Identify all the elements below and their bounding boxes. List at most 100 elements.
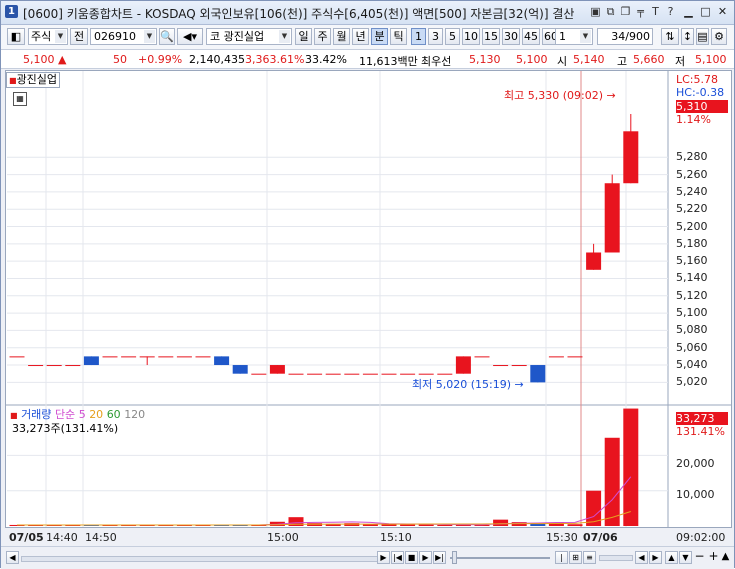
interval-button-45[interactable]: 45 bbox=[522, 28, 540, 45]
close-icon[interactable]: ✕ bbox=[715, 5, 730, 19]
zoom-track[interactable] bbox=[599, 555, 633, 561]
x-label-1450: 14:50 bbox=[85, 531, 117, 544]
lc-label: LC:5.78 bbox=[676, 73, 719, 86]
tag-marker-icon: ■ bbox=[9, 76, 17, 85]
stop-icon[interactable]: ■ bbox=[405, 551, 418, 564]
triangle-icon[interactable]: ▲ bbox=[719, 551, 732, 564]
y-tick-3: 5,220 bbox=[676, 202, 708, 216]
open-price: 5,140 bbox=[573, 53, 605, 66]
last-icon[interactable]: ▶| bbox=[433, 551, 446, 564]
count-input[interactable]: 34/900 bbox=[597, 28, 653, 45]
open-label: 시 bbox=[557, 55, 568, 68]
scrollbar-track[interactable] bbox=[21, 556, 378, 562]
current-price: 5,100 ▲ bbox=[23, 53, 67, 66]
x-label-1510: 15:10 bbox=[380, 531, 412, 544]
window-title: [0600] 키움종합차트 - KOSDAQ 외국인보유[106(천)] 주식수… bbox=[23, 7, 575, 21]
y-tick-13: 5,020 bbox=[676, 375, 708, 389]
volume-tick-20000: 20,000 bbox=[676, 457, 715, 470]
minus-icon[interactable]: − bbox=[693, 550, 706, 564]
hc-label: HC:-0.38 bbox=[676, 86, 725, 99]
minimize-icon[interactable]: ▁ bbox=[681, 5, 696, 19]
copy-icon[interactable]: ❐ bbox=[619, 5, 632, 18]
count-total: /900 bbox=[625, 30, 650, 43]
period-button-5[interactable]: 틱 bbox=[390, 28, 407, 45]
chevron-down-icon[interactable]: ▼ bbox=[144, 30, 155, 43]
volume: 2,140,435 bbox=[189, 53, 245, 66]
indicator-icon[interactable]: ⇅ bbox=[661, 28, 679, 45]
zoom-out-icon[interactable]: ◀ bbox=[635, 551, 648, 564]
price-change: 50 bbox=[113, 53, 127, 66]
code-prefix-button[interactable]: 전 bbox=[70, 28, 88, 45]
first-icon[interactable]: |◀ bbox=[391, 551, 404, 564]
volume-tick-10000: 10,000 bbox=[676, 488, 715, 501]
y-tick-10: 5,080 bbox=[676, 323, 708, 337]
gear-icon[interactable]: ⚙ bbox=[711, 28, 727, 45]
pin-icon[interactable]: ╤ bbox=[634, 5, 647, 18]
interval-button-30[interactable]: 30 bbox=[502, 28, 520, 45]
period-button-0[interactable]: 일 bbox=[295, 28, 312, 45]
zoom-fit-icon[interactable]: ⊞ bbox=[569, 551, 582, 564]
font-icon[interactable]: T bbox=[649, 5, 662, 18]
y-tick-7: 5,140 bbox=[676, 271, 708, 285]
search-icon[interactable]: 🔍 bbox=[159, 28, 175, 45]
x-label-1440: 14:40 bbox=[46, 531, 78, 544]
code-input[interactable]: 026910 ▼ bbox=[90, 28, 157, 45]
chevron-down-icon[interactable]: ▼ bbox=[55, 30, 66, 43]
ma120-label: 120 bbox=[124, 408, 146, 421]
calendar-icon[interactable]: ▦ bbox=[13, 92, 27, 106]
interval-button-15[interactable]: 15 bbox=[482, 28, 500, 45]
up-arrow-icon: ▲ bbox=[58, 53, 67, 66]
high-price: 5,660 bbox=[633, 53, 665, 66]
play-icon[interactable]: ▶ bbox=[419, 551, 432, 564]
code-value: 026910 bbox=[94, 30, 136, 43]
y-tick-2: 5,240 bbox=[676, 184, 708, 198]
low-label: 저 bbox=[675, 55, 686, 68]
y-tick-4: 5,200 bbox=[676, 219, 708, 233]
maximize-icon[interactable]: □ bbox=[698, 5, 713, 19]
speed-slider[interactable] bbox=[450, 557, 550, 559]
stock-name-field[interactable]: 코 광진실업 ▼ bbox=[206, 28, 292, 45]
volume-ratio: 3,363.61% bbox=[245, 53, 305, 66]
chevron-down-icon[interactable]: ▼ bbox=[580, 30, 591, 43]
y-tick-6: 5,160 bbox=[676, 254, 708, 268]
chart-window: 1 [0600] 키움종합차트 - KOSDAQ 외국인보유[106(천)] 주… bbox=[0, 0, 735, 569]
period-button-1[interactable]: 주 bbox=[314, 28, 331, 45]
link-icon[interactable]: ⧉ bbox=[604, 5, 617, 18]
period-button-4[interactable]: 분 bbox=[371, 28, 388, 45]
interval-button-1[interactable]: 1 bbox=[411, 28, 426, 45]
multiplier-input[interactable]: 1 ▼ bbox=[555, 28, 593, 45]
chevron-down-icon[interactable]: ▼ bbox=[679, 551, 692, 564]
type-select[interactable]: 주식 ▼ bbox=[28, 28, 68, 45]
save-icon[interactable]: ▤ bbox=[696, 28, 709, 45]
panel-toggle-icon[interactable]: ◧ bbox=[7, 28, 25, 45]
best-ask: 5,130 bbox=[469, 53, 501, 66]
compare-icon[interactable]: ↕ bbox=[681, 28, 694, 45]
turnover: 33.42% bbox=[305, 53, 347, 66]
chevron-down-icon[interactable]: ▼ bbox=[279, 30, 290, 43]
chart-area[interactable] bbox=[5, 70, 732, 528]
interval-button-5[interactable]: 5 bbox=[445, 28, 460, 45]
zoom-in-icon[interactable]: ▶ bbox=[649, 551, 662, 564]
help-icon[interactable]: ? bbox=[664, 5, 677, 18]
speed-slider-thumb[interactable] bbox=[452, 551, 457, 564]
chart-stock-tag[interactable]: ■광진실업 bbox=[6, 72, 61, 88]
period-button-2[interactable]: 월 bbox=[333, 28, 350, 45]
scroll-right-icon[interactable]: ▶ bbox=[377, 551, 390, 564]
scroll-bar-icon[interactable]: ≡ bbox=[583, 551, 596, 564]
sound-icon[interactable]: ◀▾ bbox=[177, 28, 203, 45]
chevron-up-icon[interactable]: ▲ bbox=[665, 551, 678, 564]
quote-bar: 5,100 ▲ 50 +0.99% 2,140,435 3,363.61% 33… bbox=[1, 50, 734, 69]
divider-icon[interactable]: | bbox=[555, 551, 568, 564]
interval-button-10[interactable]: 10 bbox=[462, 28, 480, 45]
current-price-tag: 5,310 bbox=[676, 100, 728, 113]
best-quote-label: 최우선 bbox=[421, 55, 452, 68]
best-bid: 5,100 bbox=[516, 53, 548, 66]
navigation-bar: ◀ ▶ |◀ ■ ▶ ▶| | ⊞ ≡ ◀ ▶ ▲ ▼ − + ▲ bbox=[1, 546, 734, 569]
low-annotation: 최저 5,020 (15:19) → bbox=[412, 378, 524, 391]
scroll-left-icon[interactable]: ◀ bbox=[6, 551, 19, 564]
window-list-icon[interactable]: ▣ bbox=[589, 5, 602, 18]
period-button-3[interactable]: 년 bbox=[352, 28, 369, 45]
interval-button-3[interactable]: 3 bbox=[428, 28, 443, 45]
x-label-date-2: 07/06 bbox=[583, 531, 618, 544]
volume-value-label: 33,273주(131.41%) bbox=[12, 422, 119, 435]
